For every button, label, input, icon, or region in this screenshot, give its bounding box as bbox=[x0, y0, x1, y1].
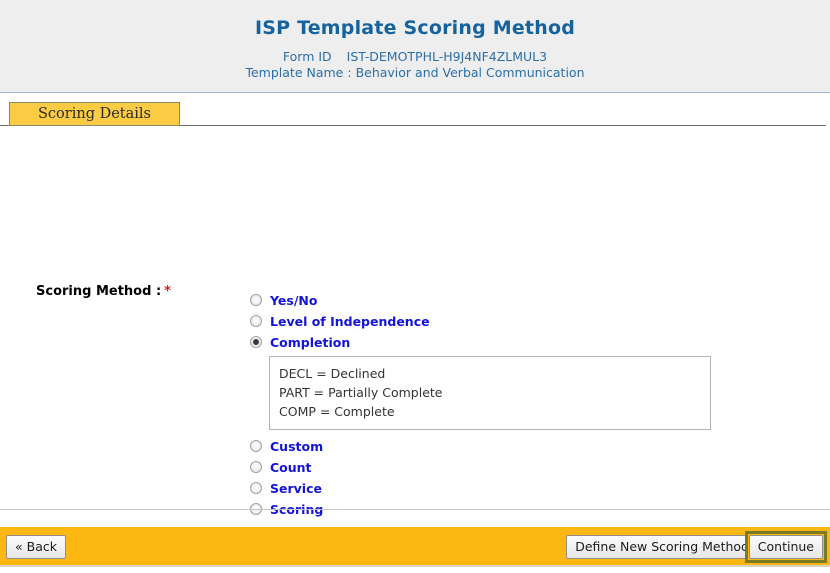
scoring-method-label: Scoring Method : * bbox=[36, 284, 171, 299]
template-name-label: Template Name bbox=[245, 65, 344, 80]
completion-legend-box: DECL = Declined PART = Partially Complet… bbox=[269, 356, 711, 430]
page-title: ISP Template Scoring Method bbox=[254, 17, 575, 39]
footer-divider bbox=[0, 509, 830, 510]
template-name-separator: : bbox=[347, 65, 352, 80]
legend-line: PART = Partially Complete bbox=[279, 385, 443, 400]
radio-option-service[interactable]: Service bbox=[250, 478, 711, 498]
back-button[interactable]: « Back bbox=[6, 535, 66, 559]
section-tab-label: Scoring Details bbox=[38, 106, 151, 122]
radio-icon[interactable] bbox=[250, 461, 262, 473]
radio-option-label: Custom bbox=[270, 438, 324, 454]
radio-option-label: Yes/No bbox=[270, 292, 318, 308]
scoring-method-label-text: Scoring Method : bbox=[36, 284, 162, 299]
legend-line: DECL = Declined bbox=[279, 366, 386, 381]
radio-option-yes-no[interactable]: Yes/No bbox=[250, 290, 711, 310]
legend-line: COMP = Complete bbox=[279, 404, 395, 419]
radio-icon[interactable] bbox=[250, 315, 262, 327]
template-name-line: Template Name : Behavior and Verbal Comm… bbox=[0, 65, 830, 81]
radio-option-label: Count bbox=[270, 459, 312, 475]
section-tab-scoring-details[interactable]: Scoring Details bbox=[9, 102, 180, 126]
scoring-method-radio-group: Yes/No Level of Independence Completion … bbox=[250, 290, 711, 520]
radio-option-level-of-independence[interactable]: Level of Independence bbox=[250, 311, 711, 331]
footer-bar: « Back Define New Scoring Method Continu… bbox=[0, 527, 830, 567]
required-asterisk: * bbox=[164, 284, 171, 299]
radio-option-label: Level of Independence bbox=[270, 313, 430, 329]
radio-icon[interactable] bbox=[250, 294, 262, 306]
form-id-line: Form ID IST-DEMOTPHL-H9J4NF4ZLMUL3 bbox=[0, 49, 830, 65]
continue-button-focus-ring: Continue bbox=[744, 531, 827, 563]
form-area: Scoring Method : * Yes/No Level of Indepe… bbox=[0, 132, 830, 517]
radio-option-completion[interactable]: Completion bbox=[250, 332, 711, 352]
radio-icon-selected[interactable] bbox=[250, 336, 262, 348]
radio-icon[interactable] bbox=[250, 440, 262, 452]
section-tab-row: Scoring Details bbox=[0, 102, 830, 132]
radio-option-label: Service bbox=[270, 480, 322, 496]
define-new-scoring-method-button[interactable]: Define New Scoring Method bbox=[566, 535, 758, 559]
form-id-label: Form ID bbox=[282, 49, 332, 64]
page-header: ISP Template Scoring Method Form ID IST-… bbox=[0, 0, 830, 93]
radio-option-custom[interactable]: Custom bbox=[250, 436, 711, 456]
radio-option-label: Completion bbox=[270, 334, 351, 350]
form-id-value: IST-DEMOTPHL-H9J4NF4ZLMUL3 bbox=[346, 49, 548, 64]
radio-option-count[interactable]: Count bbox=[250, 457, 711, 477]
continue-button[interactable]: Continue bbox=[748, 535, 823, 559]
radio-icon[interactable] bbox=[250, 482, 262, 494]
template-name-value: Behavior and Verbal Communication bbox=[355, 65, 585, 80]
